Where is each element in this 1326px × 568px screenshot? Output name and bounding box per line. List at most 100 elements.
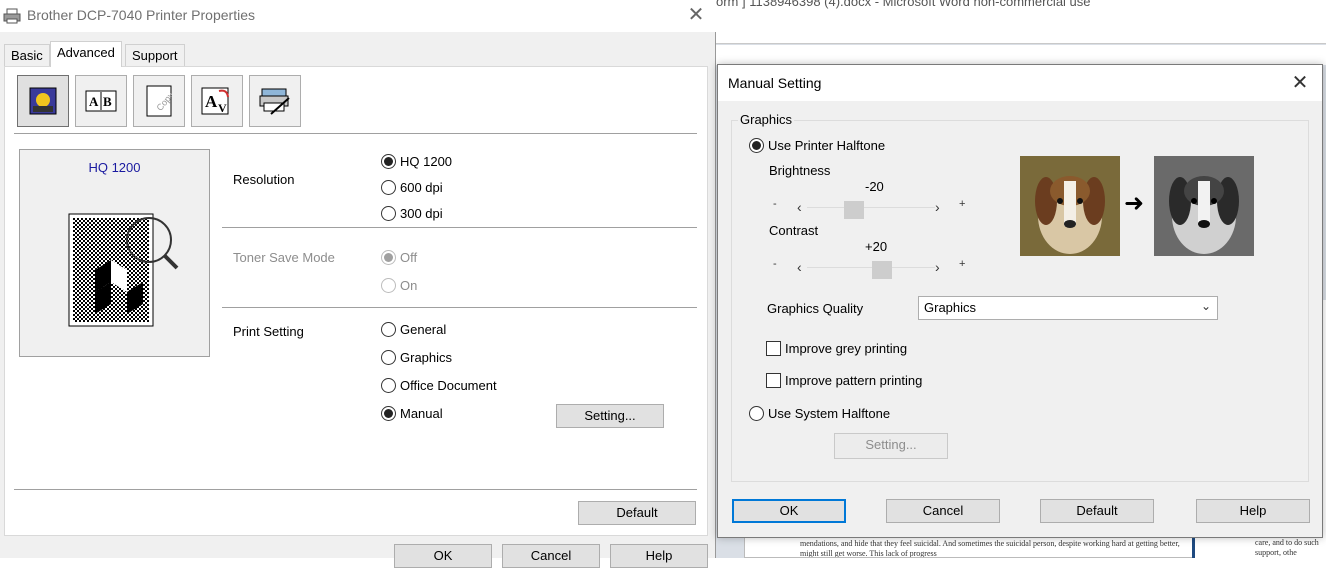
close-icon[interactable]: ✕ — [1284, 69, 1316, 97]
graphics-quality-label: Graphics Quality — [767, 301, 864, 316]
arrow-right-icon: ➜ — [1124, 190, 1145, 217]
manual-titlebar: Manual Setting ✕ — [718, 65, 1322, 101]
cancel-button[interactable]: Cancel — [502, 544, 600, 568]
toolbar-divider — [14, 133, 697, 134]
print-manual-radio[interactable]: Manual — [381, 406, 443, 421]
copy-tool-button[interactable]: Copy — [133, 75, 185, 127]
svg-text:B: B — [103, 94, 112, 109]
greyscale-sample-image — [1154, 156, 1254, 256]
chevron-down-icon: ⌄ — [1200, 299, 1211, 313]
slider-track — [807, 207, 935, 208]
close-icon[interactable]: ✕ — [680, 4, 712, 28]
default-button[interactable]: Default — [1040, 499, 1154, 523]
print-setting-label: Print Setting — [233, 324, 304, 339]
checkbox-label: Improve grey printing — [785, 341, 908, 356]
radio-label: On — [400, 278, 418, 293]
word-title: orm ] 1138946398 (4).docx - Microsoft Wo… — [716, 0, 1091, 9]
plus-icon: + — [959, 258, 966, 270]
minus-icon: - — [773, 258, 777, 270]
graphics-icon — [29, 87, 57, 115]
improve-pattern-checkbox[interactable]: Improve pattern printing — [766, 373, 922, 388]
radio-indicator — [381, 278, 396, 293]
use-printer-halftone-radio[interactable]: Use Printer Halftone — [749, 138, 885, 153]
radio-indicator — [381, 378, 396, 393]
device-options-icon — [259, 88, 290, 115]
manual-dialog-title: Manual Setting — [728, 75, 822, 91]
radio-label: Use System Halftone — [768, 406, 891, 421]
svg-text:A: A — [205, 92, 218, 111]
graphics-group-label: Graphics — [738, 112, 795, 127]
chevron-left-icon[interactable]: ‹ — [797, 259, 802, 275]
watermark-tool-button[interactable]: A B — [75, 75, 127, 127]
resolution-300-radio[interactable]: 300 dpi — [381, 206, 443, 221]
checkbox-box — [766, 373, 781, 388]
resolution-hq1200-radio[interactable]: HQ 1200 — [381, 154, 452, 169]
magnify-preview-icon — [68, 213, 179, 327]
tab-basic[interactable]: Basic — [4, 44, 50, 66]
slider-thumb[interactable] — [844, 201, 864, 219]
radio-indicator — [381, 154, 396, 169]
print-graphics-radio[interactable]: Graphics — [381, 350, 452, 365]
print-general-radio[interactable]: General — [381, 322, 446, 337]
word-ruler — [716, 45, 1326, 65]
chevron-left-icon[interactable]: ‹ — [797, 199, 802, 215]
chevron-right-icon[interactable]: › — [935, 199, 940, 215]
watermark-icon: A B — [85, 90, 117, 112]
contrast-label: Contrast — [769, 223, 819, 238]
minus-icon: - — [773, 198, 777, 210]
font-tool-button[interactable]: A V — [191, 75, 243, 127]
radio-label: Use Printer Halftone — [768, 138, 886, 153]
plus-icon: + — [959, 198, 966, 210]
tab-support[interactable]: Support — [125, 44, 185, 66]
system-setting-button[interactable]: Setting... — [834, 433, 948, 459]
section-divider — [222, 307, 697, 308]
radio-label: Office Document — [400, 378, 497, 393]
use-system-halftone-radio[interactable]: Use System Halftone — [749, 406, 890, 421]
chevron-right-icon[interactable]: › — [935, 259, 940, 275]
improve-grey-checkbox[interactable]: Improve grey printing — [766, 341, 907, 356]
preview-label: HQ 1200 — [88, 160, 141, 175]
printer-properties-window: Brother DCP-7040 Printer Properties ✕ Ba… — [0, 0, 716, 568]
graphics-quality-select[interactable]: Graphics ⌄ — [918, 296, 1218, 320]
cancel-button[interactable]: Cancel — [886, 499, 1000, 523]
svg-text:A: A — [89, 94, 99, 109]
radio-indicator — [381, 180, 396, 195]
device-options-tool-button[interactable] — [249, 75, 301, 127]
slider-thumb[interactable] — [872, 261, 892, 279]
props-titlebar: Brother DCP-7040 Printer Properties ✕ — [0, 0, 716, 32]
checkbox-label: Improve pattern printing — [785, 373, 923, 388]
radio-label: 300 dpi — [400, 206, 443, 221]
graphics-tool-button[interactable] — [17, 75, 69, 127]
printer-icon — [3, 8, 21, 24]
radio-label: Graphics — [400, 350, 453, 365]
word-titlebar: orm ] 1138946398 (4).docx - Microsoft Wo… — [716, 0, 1326, 44]
manual-setting-dialog: Manual Setting ✕ Graphics Use Printer Ha… — [717, 64, 1323, 538]
radio-label: HQ 1200 — [400, 154, 453, 169]
ok-button[interactable]: OK — [732, 499, 846, 523]
footer-divider — [14, 489, 697, 490]
contrast-value: +20 — [865, 239, 888, 254]
select-value: Graphics — [924, 300, 977, 315]
help-button[interactable]: Help — [1196, 499, 1310, 523]
toner-off-radio[interactable]: Off — [381, 250, 417, 265]
help-button[interactable]: Help — [610, 544, 708, 568]
slider-track — [807, 267, 935, 268]
print-setting-button[interactable]: Setting... — [556, 404, 664, 428]
radio-indicator — [381, 406, 396, 421]
ok-button[interactable]: OK — [394, 544, 492, 568]
toner-on-radio[interactable]: On — [381, 278, 417, 293]
radio-indicator — [381, 322, 396, 337]
print-office-document-radio[interactable]: Office Document — [381, 378, 497, 393]
brightness-slider[interactable]: - ‹ › + — [773, 198, 971, 219]
brightness-label: Brightness — [769, 163, 831, 178]
radio-label: General — [400, 322, 447, 337]
radio-indicator — [749, 138, 764, 153]
contrast-slider[interactable]: - ‹ › + — [773, 258, 971, 279]
resolution-600-radio[interactable]: 600 dpi — [381, 180, 443, 195]
radio-label: Off — [400, 250, 418, 265]
default-button[interactable]: Default — [578, 501, 696, 525]
font-icon: A V — [201, 87, 229, 115]
tab-advanced[interactable]: Advanced — [50, 41, 122, 67]
props-window-title: Brother DCP-7040 Printer Properties — [27, 7, 255, 23]
radio-indicator — [381, 206, 396, 221]
